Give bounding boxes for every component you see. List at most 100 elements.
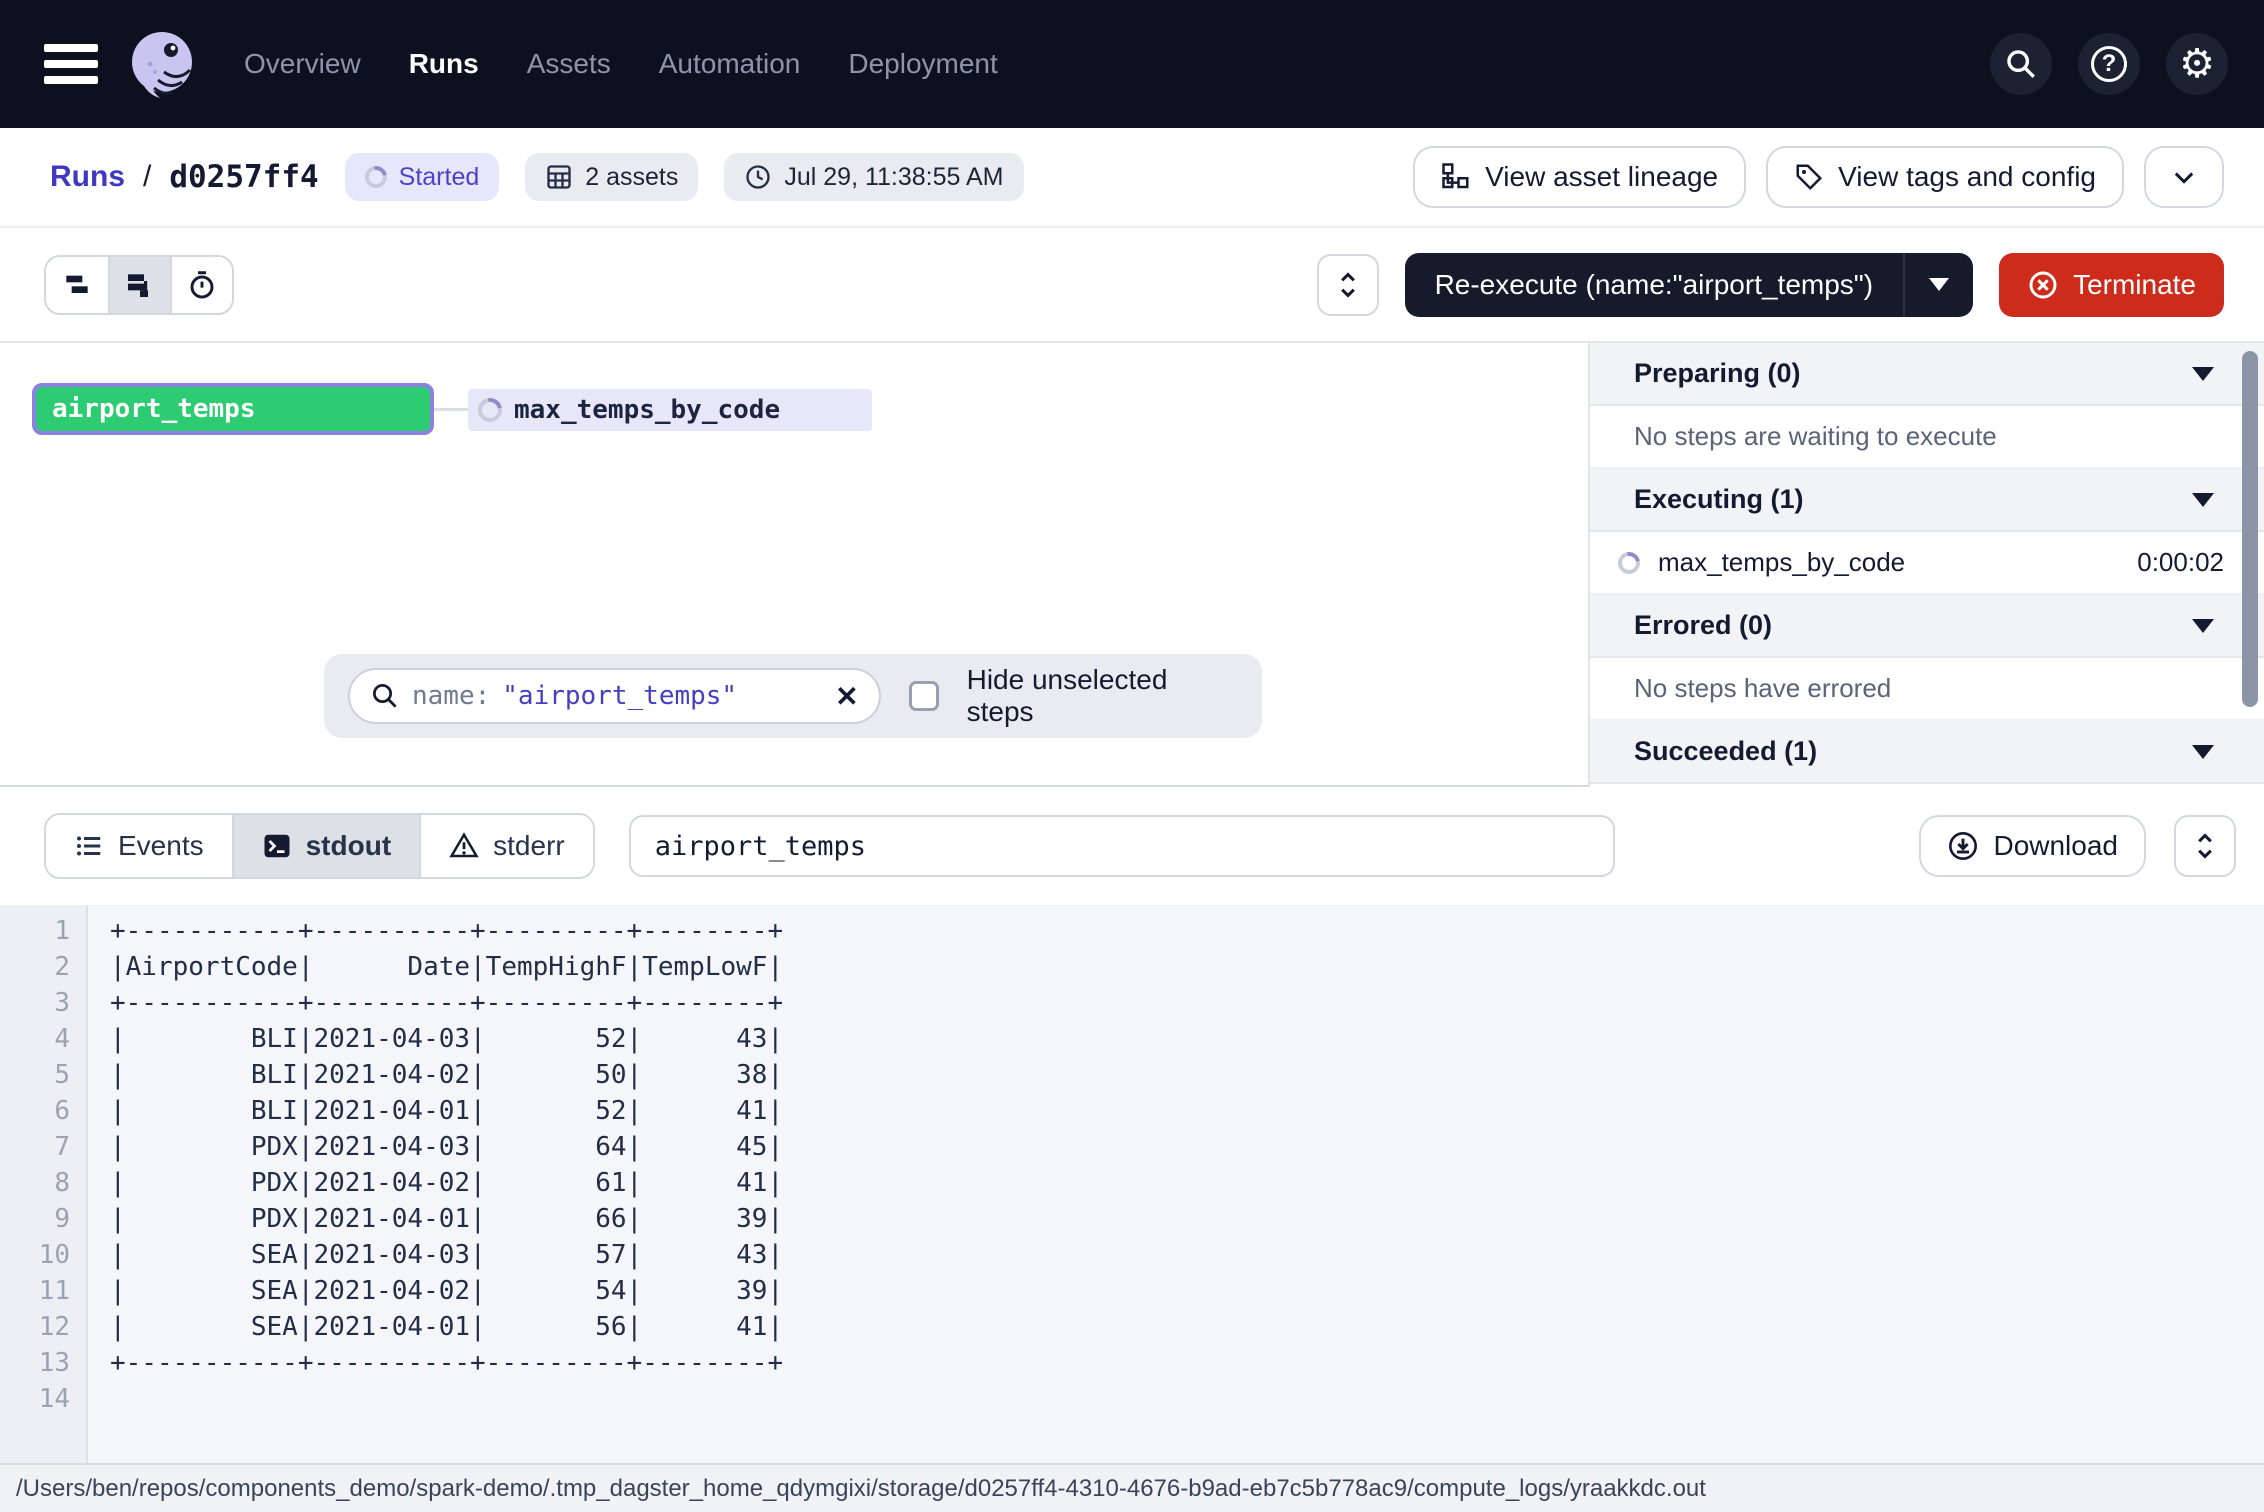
nav-runs[interactable]: Runs [409, 48, 479, 80]
status-spinner-icon [360, 162, 391, 193]
log-file-path-bar: /Users/ben/repos/components_demo/spark-d… [0, 1463, 2264, 1512]
caret-down-icon [1929, 278, 1949, 291]
section-errored-header[interactable]: Errored (0) [1590, 595, 2264, 658]
section-preparing-empty: No steps are waiting to execute [1590, 406, 2264, 469]
step-filter-input[interactable]: name: "airport_temps" ✕ [348, 668, 881, 724]
expand-log-button[interactable] [2174, 815, 2236, 877]
graph-node-airport-temps[interactable]: airport_temps [32, 383, 434, 435]
gear-icon[interactable]: ⚙ [2166, 33, 2228, 95]
executing-step-row[interactable]: max_temps_by_code 0:00:02 [1590, 532, 2264, 595]
run-header: Runs / d0257ff4 Started 2 assets Jul 29,… [0, 128, 2264, 228]
section-preparing-header[interactable]: Preparing (0) [1590, 343, 2264, 406]
steps-status-panel: Preparing (0) No steps are waiting to ex… [1588, 343, 2264, 787]
log-line-text: | PDX|2021-04-01| 66| 39| [70, 1201, 783, 1237]
line-number: 10 [0, 1237, 70, 1273]
log-toolbar: Events stdout stderr Download [0, 787, 2264, 905]
search-icon [370, 681, 400, 711]
reexecute-dropdown-button[interactable] [1903, 253, 1973, 317]
log-line: 2|AirportCode| Date|TempHighF|TempLowF| [0, 949, 2264, 985]
stdout-log-view: 1+-----------+----------+---------+-----… [0, 905, 2264, 1463]
line-number: 6 [0, 1093, 70, 1129]
nav-deployment[interactable]: Deployment [848, 48, 997, 80]
chevron-down-icon [2170, 163, 2198, 191]
log-line-text: +-----------+----------+---------+------… [70, 913, 783, 949]
warning-triangle-icon [449, 831, 479, 861]
section-executing-header[interactable]: Executing (1) [1590, 469, 2264, 532]
help-icon[interactable]: ? [2078, 33, 2140, 95]
line-number: 4 [0, 1021, 70, 1057]
log-line: 5| BLI|2021-04-02| 50| 38| [0, 1057, 2264, 1093]
log-line: 3+-----------+----------+---------+-----… [0, 985, 2264, 1021]
log-line: 11| SEA|2021-04-02| 54| 39| [0, 1273, 2264, 1309]
assets-badge[interactable]: 2 assets [525, 153, 698, 201]
log-file-path: /Users/ben/repos/components_demo/spark-d… [16, 1475, 1706, 1503]
log-line: 6| BLI|2021-04-01| 52| 41| [0, 1093, 2264, 1129]
reexecute-button[interactable]: Re-execute (name:"airport_temps") [1405, 253, 1904, 317]
line-number: 2 [0, 949, 70, 985]
panel-scrollbar[interactable] [2242, 351, 2258, 707]
status-badge: Started [345, 153, 500, 201]
gantt-canvas: airport_temps max_temps_by_code name: "a… [0, 343, 2264, 787]
log-line-text [70, 1381, 110, 1417]
log-line-text: | SEA|2021-04-03| 57| 43| [70, 1237, 783, 1273]
nav-automation[interactable]: Automation [659, 48, 801, 80]
tag-icon [1794, 162, 1824, 192]
log-line: 10| SEA|2021-04-03| 57| 43| [0, 1237, 2264, 1273]
log-line: 12| SEA|2021-04-01| 56| 41| [0, 1309, 2264, 1345]
zoom-fit-button[interactable] [1317, 254, 1379, 316]
run-toolbar: Re-execute (name:"airport_temps") Termin… [0, 228, 2264, 343]
line-number: 7 [0, 1129, 70, 1165]
log-line: 8| PDX|2021-04-02| 61| 41| [0, 1165, 2264, 1201]
log-step-selector[interactable] [629, 815, 1615, 877]
caret-down-icon [2192, 619, 2214, 633]
tab-stderr[interactable]: stderr [419, 815, 593, 877]
tab-stdout[interactable]: stdout [232, 815, 420, 877]
dagster-run-page: Overview Runs Assets Automation Deployme… [0, 0, 2264, 1512]
line-number: 1 [0, 913, 70, 949]
gantt-waterfall-view-button[interactable] [108, 257, 170, 313]
view-tags-config-button[interactable]: View tags and config [1766, 146, 2124, 208]
nav-overview[interactable]: Overview [244, 48, 361, 80]
clear-filter-icon[interactable]: ✕ [835, 680, 858, 713]
timestamp-badge: Jul 29, 11:38:55 AM [724, 153, 1023, 201]
caret-down-icon [2192, 745, 2214, 759]
caret-down-icon [2192, 493, 2214, 507]
hide-unselected-label: Hide unselected steps [967, 664, 1238, 728]
executing-spinner-icon [1614, 547, 1645, 578]
log-line-text: | BLI|2021-04-01| 52| 41| [70, 1093, 783, 1129]
updown-chevrons-icon [1334, 271, 1362, 299]
grid-icon [545, 163, 573, 191]
header-more-button[interactable] [2144, 146, 2224, 208]
section-succeeded-header[interactable]: Succeeded (1) [1590, 721, 2264, 784]
graph-node-max-temps-by-code[interactable]: max_temps_by_code [468, 389, 872, 431]
log-line: 14 [0, 1381, 2264, 1417]
step-filter-bar: name: "airport_temps" ✕ Hide unselected … [324, 654, 1262, 738]
caret-down-icon [2192, 367, 2214, 381]
log-line-text: |AirportCode| Date|TempHighF|TempLowF| [70, 949, 783, 985]
line-number: 12 [0, 1309, 70, 1345]
executing-spinner-icon [473, 393, 506, 426]
filter-query-value: "airport_temps" [502, 681, 737, 711]
breadcrumb-runs-link[interactable]: Runs [50, 160, 125, 194]
filter-query-prefix: name: [412, 681, 490, 711]
tab-events[interactable]: Events [46, 815, 232, 877]
log-line-text: | SEA|2021-04-01| 56| 41| [70, 1309, 783, 1345]
clock-icon [744, 163, 772, 191]
timer-view-button[interactable] [170, 257, 232, 313]
hide-unselected-checkbox[interactable] [909, 681, 939, 711]
nav-assets[interactable]: Assets [527, 48, 611, 80]
line-number: 9 [0, 1201, 70, 1237]
menu-icon[interactable] [44, 44, 98, 84]
dagster-logo-icon[interactable] [124, 26, 200, 102]
terminate-button[interactable]: Terminate [1999, 253, 2224, 317]
log-line-text: +-----------+----------+---------+------… [70, 1345, 783, 1381]
reexecute-split-button: Re-execute (name:"airport_temps") [1405, 253, 1974, 317]
gantt-flat-view-button[interactable] [46, 257, 108, 313]
log-type-tabs: Events stdout stderr [44, 813, 595, 879]
download-button[interactable]: Download [1919, 815, 2146, 877]
node-label: airport_temps [52, 394, 256, 424]
view-asset-lineage-button[interactable]: View asset lineage [1413, 146, 1746, 208]
section-errored-empty: No steps have errored [1590, 658, 2264, 721]
search-icon[interactable] [1990, 33, 2052, 95]
log-line: 7| PDX|2021-04-03| 64| 45| [0, 1129, 2264, 1165]
